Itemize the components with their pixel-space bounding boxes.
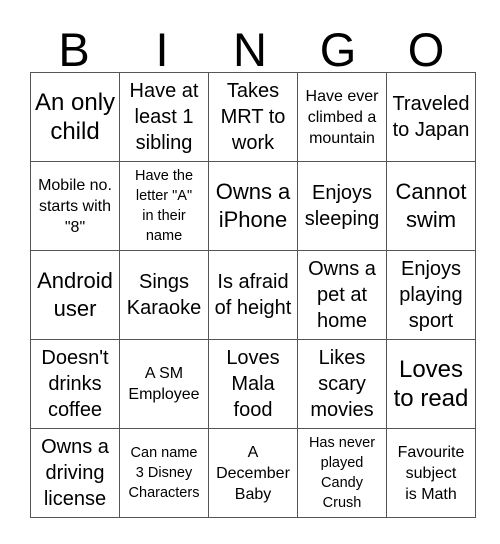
bingo-cell[interactable]: Favourite subject is Math bbox=[386, 428, 476, 518]
bingo-cell[interactable]: Owns a iPhone bbox=[208, 161, 298, 251]
cell-text: Owns a pet at home bbox=[308, 258, 376, 332]
bingo-cell[interactable]: Enjoys sleeping bbox=[297, 161, 387, 251]
bingo-cell[interactable]: Mobile no. starts with "8" bbox=[30, 161, 120, 251]
board-row: Mobile no. starts with "8" Have the lett… bbox=[30, 161, 476, 251]
cell-text: An only child bbox=[34, 89, 116, 145]
cell-text: Traveled to Japan bbox=[392, 93, 470, 141]
header-letter-b: B bbox=[58, 23, 90, 76]
bingo-cell[interactable]: A December Baby bbox=[208, 428, 298, 518]
cell-text: Owns a iPhone bbox=[215, 179, 291, 232]
board-row: Android user Sings Karaoke Is afraid of … bbox=[30, 250, 476, 340]
cell-text: A December Baby bbox=[216, 443, 290, 503]
cell-text: A SM Employee bbox=[128, 365, 200, 403]
cell-text: Loves Mala food bbox=[226, 347, 280, 421]
bingo-cell[interactable]: Enjoys playing sport bbox=[386, 250, 476, 340]
cell-text: Is afraid of height bbox=[214, 271, 292, 319]
cell-text: Android user bbox=[37, 268, 113, 321]
bingo-cell[interactable]: Likes scary movies bbox=[297, 339, 387, 429]
board-row: An only child Have at least 1 sibling Ta… bbox=[30, 72, 476, 162]
cell-text: Takes MRT to work bbox=[220, 80, 286, 154]
bingo-cell[interactable]: Has never played Candy Crush bbox=[297, 428, 387, 518]
bingo-cell[interactable]: Have the letter "A" in their name bbox=[119, 161, 209, 251]
cell-text: Loves to read bbox=[393, 356, 469, 412]
board-row: Owns a driving license Can name 3 Disney… bbox=[30, 428, 476, 518]
bingo-cell[interactable]: Loves to read bbox=[386, 339, 476, 429]
bingo-board: An only child Have at least 1 sibling Ta… bbox=[30, 72, 476, 518]
bingo-cell[interactable]: Sings Karaoke bbox=[119, 250, 209, 340]
cell-text: Have the letter "A" in their name bbox=[134, 168, 194, 244]
header-letter-g: G bbox=[319, 23, 357, 76]
cell-text: Cannot swim bbox=[395, 179, 467, 232]
bingo-cell[interactable]: Takes MRT to work bbox=[208, 72, 298, 162]
cell-text: Enjoys playing sport bbox=[399, 258, 463, 332]
bingo-cell[interactable]: A SM Employee bbox=[119, 339, 209, 429]
bingo-cell[interactable]: Loves Mala food bbox=[208, 339, 298, 429]
bingo-cell[interactable]: Traveled to Japan bbox=[386, 72, 476, 162]
bingo-cell[interactable]: Owns a driving license bbox=[30, 428, 120, 518]
cell-text: Favourite subject is Math bbox=[397, 443, 465, 503]
bingo-cell[interactable]: Is afraid of height bbox=[208, 250, 298, 340]
cell-text: Likes scary movies bbox=[310, 347, 374, 421]
bingo-cell[interactable]: Cannot swim bbox=[386, 161, 476, 251]
cell-text: Doesn't drinks coffee bbox=[41, 347, 109, 421]
cell-text: Have at least 1 sibling bbox=[129, 80, 199, 154]
bingo-cell[interactable]: An only child bbox=[30, 72, 120, 162]
cell-text: Mobile no. starts with "8" bbox=[38, 176, 112, 236]
bingo-cell[interactable]: Have ever climbed a mountain bbox=[297, 72, 387, 162]
header-letter-i: I bbox=[155, 23, 169, 76]
board-row: Doesn't drinks coffee A SM Employee Love… bbox=[30, 339, 476, 429]
cell-text: Has never played Candy Crush bbox=[308, 435, 376, 511]
cell-text: Have ever climbed a mountain bbox=[305, 87, 379, 147]
bingo-cell[interactable]: Android user bbox=[30, 250, 120, 340]
header-letter-n: N bbox=[233, 23, 267, 76]
cell-text: Enjoys sleeping bbox=[304, 182, 380, 230]
cell-text: Sings Karaoke bbox=[126, 271, 202, 319]
bingo-cell[interactable]: Have at least 1 sibling bbox=[119, 72, 209, 162]
bingo-cell[interactable]: Owns a pet at home bbox=[297, 250, 387, 340]
bingo-cell[interactable]: Doesn't drinks coffee bbox=[30, 339, 120, 429]
header-letter-o: O bbox=[407, 23, 445, 76]
bingo-cell[interactable]: Can name 3 Disney Characters bbox=[119, 428, 209, 518]
cell-text: Owns a driving license bbox=[41, 436, 109, 510]
bingo-header: B I N G O bbox=[30, 22, 471, 76]
cell-text: Can name 3 Disney Characters bbox=[128, 445, 200, 501]
